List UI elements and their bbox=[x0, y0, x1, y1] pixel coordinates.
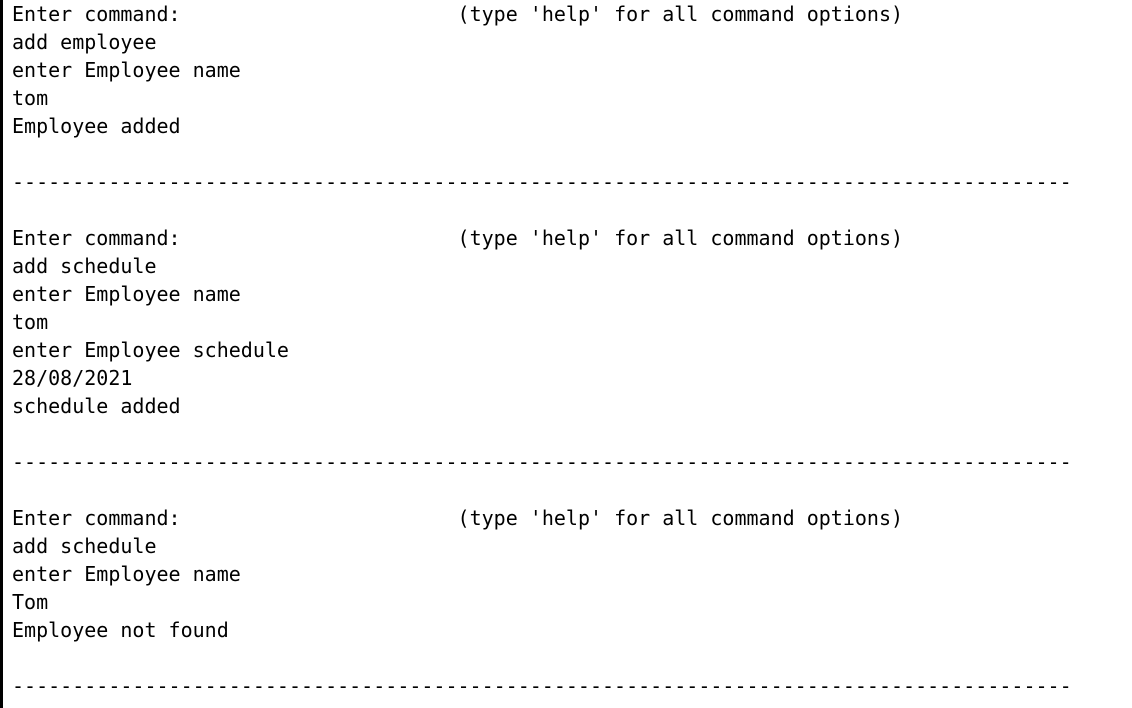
console-output-line: enter Employee name bbox=[12, 282, 241, 306]
console-user-input-line[interactable]: 28/08/2021 bbox=[12, 364, 1132, 392]
command-prompt-label: Enter command: bbox=[12, 2, 458, 26]
console-user-input-line[interactable]: add schedule bbox=[12, 252, 1132, 280]
console-user-input-line[interactable]: add schedule bbox=[12, 532, 1132, 560]
console-output-line: Employee added bbox=[12, 114, 181, 138]
command-prompt-label: Enter command: bbox=[12, 506, 458, 530]
console-window[interactable]: Enter command: (type 'help' for all comm… bbox=[0, 0, 1132, 708]
console-block: Enter command: (type 'help' for all comm… bbox=[12, 0, 1132, 224]
console-user-input-line[interactable]: Tom bbox=[12, 588, 1132, 616]
console-spacer-line bbox=[12, 476, 1132, 504]
command-help-hint: (type 'help' for all command options) bbox=[457, 506, 904, 530]
console-user-input-line[interactable]: add employee bbox=[12, 28, 1132, 56]
block-separator: ----------------------------------------… bbox=[12, 450, 1072, 474]
console-output-line: enter Employee name bbox=[12, 58, 241, 82]
console-spacer-line bbox=[12, 140, 1132, 168]
command-prompt-line[interactable]: Enter command: (type 'help' for all comm… bbox=[12, 0, 1132, 28]
command-help-hint: (type 'help' for all command options) bbox=[457, 2, 904, 26]
command-prompt-line[interactable]: Enter command: (type 'help' for all comm… bbox=[12, 504, 1132, 532]
console-block: Enter command: (type 'help' for all comm… bbox=[12, 504, 1132, 700]
console-spacer-line bbox=[12, 420, 1132, 448]
command-help-hint: (type 'help' for all command options) bbox=[457, 226, 904, 250]
block-separator: ----------------------------------------… bbox=[12, 674, 1072, 698]
console-output-line: enter Employee schedule bbox=[12, 338, 289, 362]
console-spacer-line bbox=[12, 644, 1132, 672]
console-user-input-line[interactable]: tom bbox=[12, 84, 1132, 112]
console-spacer-line bbox=[12, 196, 1132, 224]
console-output-line: Employee not found bbox=[12, 618, 229, 642]
console-output-line: enter Employee name bbox=[12, 562, 241, 586]
command-prompt-label: Enter command: bbox=[12, 226, 458, 250]
console-output-area[interactable]: Enter command: (type 'help' for all comm… bbox=[12, 0, 1132, 700]
console-block: Enter command: (type 'help' for all comm… bbox=[12, 224, 1132, 504]
command-prompt-line[interactable]: Enter command: (type 'help' for all comm… bbox=[12, 224, 1132, 252]
console-output-line: schedule added bbox=[12, 394, 181, 418]
console-user-input-line[interactable]: tom bbox=[12, 308, 1132, 336]
block-separator: ----------------------------------------… bbox=[12, 170, 1072, 194]
